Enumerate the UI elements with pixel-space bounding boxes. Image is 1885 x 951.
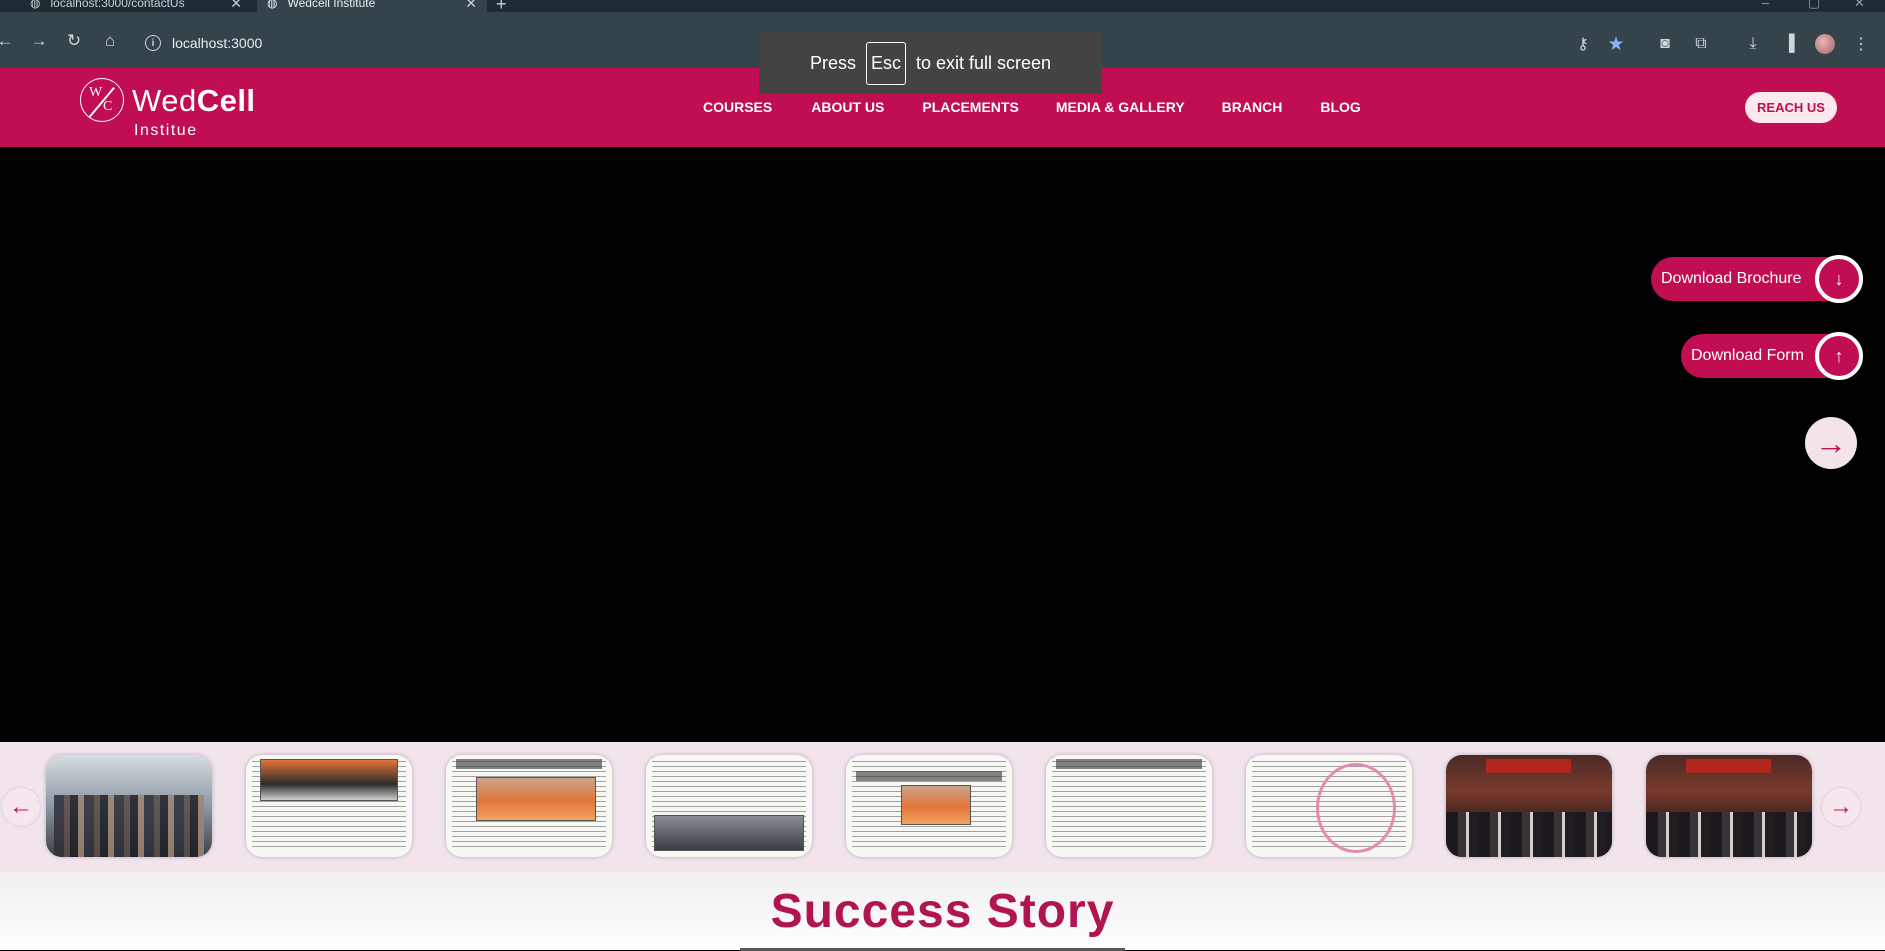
reload-icon[interactable]: ↻ (63, 30, 85, 52)
download-form-label: Download Form (1691, 347, 1804, 364)
menu-dots-icon[interactable]: ⋮ (1851, 34, 1871, 54)
back-icon[interactable]: ← (0, 30, 16, 52)
newspaper-photo (901, 785, 971, 825)
gallery-prev-arrow-icon[interactable]: ← (2, 788, 40, 826)
esc-key-badge: Esc (865, 41, 906, 85)
success-story-title: Success Story (770, 885, 1115, 938)
gallery-item-event-1[interactable] (1446, 755, 1612, 857)
forward-icon[interactable]: → (28, 30, 50, 52)
browser-tab-strip: ◍ localhost:3000/contactUs ✕ ◍ Wedcell I… (0, 0, 1885, 12)
gallery-item-group-photo[interactable] (46, 755, 212, 857)
globe-icon: ◍ (267, 0, 278, 10)
logo-wordmark: WedCell (132, 83, 256, 119)
download-form-button[interactable]: Download Form ↑ (1681, 332, 1863, 380)
logo-mark-icon: W C (80, 78, 124, 122)
success-story-section: Success Story (0, 872, 1885, 951)
globe-icon: ◍ (30, 0, 41, 10)
download-brochure-button[interactable]: Download Brochure ↓ (1651, 255, 1863, 303)
sidepanel-icon[interactable]: ▐ (1779, 34, 1799, 54)
logo-cell: Cell (196, 83, 256, 118)
close-tab-icon[interactable]: ✕ (465, 0, 477, 12)
nav-branch[interactable]: BRANCH (1222, 99, 1283, 115)
gallery-next-arrow-icon[interactable]: → (1822, 788, 1860, 826)
browser-tab-wedcell[interactable]: ◍ Wedcell Institute ✕ (257, 0, 487, 12)
minimize-icon[interactable]: – (1762, 0, 1769, 10)
gallery-item-newspaper-5[interactable] (1046, 755, 1212, 857)
event-banner (1486, 759, 1571, 773)
newspaper-highlight (1316, 763, 1396, 853)
address-bar[interactable]: localhost:3000 (172, 35, 262, 51)
event-crowd (1646, 812, 1812, 857)
download-icon[interactable]: ⤓ (1743, 34, 1763, 54)
profile-avatar-icon[interactable] (1815, 34, 1835, 54)
newspaper-text (1052, 761, 1206, 851)
newspaper-photo (476, 777, 596, 821)
media-gallery-strip: ← → (0, 742, 1885, 872)
newspaper-photo (260, 759, 398, 801)
reach-us-button[interactable]: REACH US (1745, 92, 1837, 123)
extensions-icon[interactable]: ⧉ (1691, 34, 1711, 54)
logo-subtitle: Institue (134, 122, 198, 139)
new-tab-icon[interactable]: + (496, 0, 507, 12)
download-brochure-label: Download Brochure (1661, 270, 1802, 287)
gallery-item-newspaper-2[interactable] (446, 755, 612, 857)
gallery-item-newspaper-1[interactable] (246, 755, 412, 857)
event-banner (1686, 759, 1771, 773)
nav-blog[interactable]: BLOG (1320, 99, 1360, 115)
gallery-photo-people (54, 795, 204, 857)
password-key-icon[interactable]: ⚷ (1573, 34, 1593, 54)
main-nav: COURSES ABOUT US PLACEMENTS MEDIA & GALL… (703, 99, 1361, 115)
fullscreen-notice-press: Press (809, 52, 856, 73)
arrow-right-icon[interactable]: → (1805, 417, 1857, 469)
browser-tab-contact[interactable]: ◍ localhost:3000/contactUs ✕ (20, 0, 252, 12)
event-crowd (1446, 812, 1612, 857)
nav-about-us[interactable]: ABOUT US (811, 99, 884, 115)
tab-title: localhost:3000/contactUs (50, 0, 185, 10)
nav-media-gallery[interactable]: MEDIA & GALLERY (1056, 99, 1185, 115)
gallery-item-newspaper-3[interactable] (646, 755, 812, 857)
camera-icon[interactable]: ◙ (1655, 34, 1675, 54)
logo-wed: Wed (132, 83, 197, 118)
fullscreen-notice-rest: to exit full screen (915, 52, 1052, 73)
wedcell-logo[interactable]: W C WedCell Institue (80, 78, 280, 139)
arrow-up-icon: ↑ (1815, 332, 1863, 380)
window-close-icon[interactable]: ✕ (1854, 0, 1865, 11)
nav-placements[interactable]: PLACEMENTS (922, 99, 1018, 115)
logo-mark-w: W (89, 85, 103, 100)
logo-mark-c: C (103, 99, 113, 114)
maximize-icon[interactable]: ▢ (1808, 0, 1820, 11)
close-tab-icon[interactable]: ✕ (230, 0, 242, 12)
arrow-down-icon: ↓ (1815, 255, 1863, 303)
fullscreen-notice: Press Esc to exit full screen (759, 32, 1102, 94)
gallery-item-event-2[interactable] (1646, 755, 1812, 857)
tab-title: Wedcell Institute (287, 0, 376, 10)
home-icon[interactable]: ⌂ (99, 30, 121, 52)
bookmark-star-icon[interactable]: ★ (1606, 34, 1626, 55)
hero-video[interactable]: Download Brochure ↓ Download Form ↑ → (0, 147, 1885, 742)
site-info-icon[interactable]: i (145, 35, 161, 51)
newspaper-photo (654, 815, 804, 851)
gallery-item-newspaper-6[interactable] (1246, 755, 1412, 857)
nav-courses[interactable]: COURSES (703, 99, 772, 115)
gallery-item-newspaper-4[interactable] (846, 755, 1012, 857)
